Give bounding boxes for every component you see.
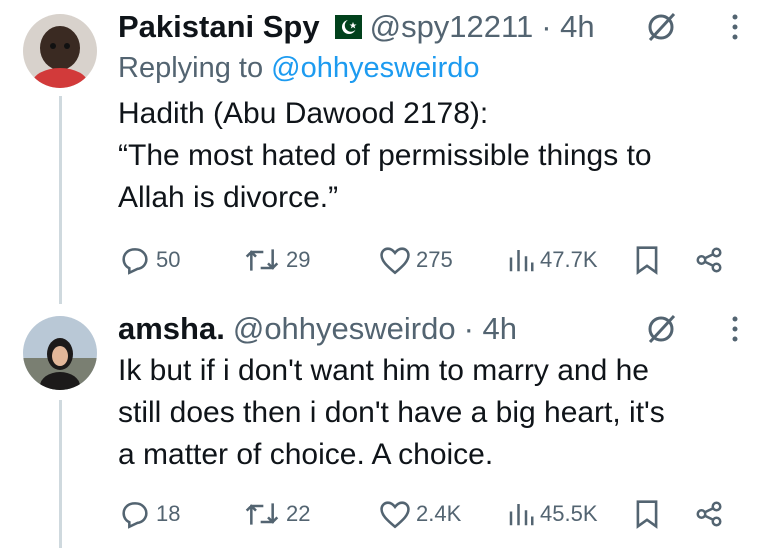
view-count: 47.7K [540, 247, 598, 272]
retweet-count: 29 [286, 247, 311, 272]
timestamp[interactable]: · 4h [541, 9, 594, 45]
like-count: 2.4K [416, 501, 462, 526]
tweet[interactable]: amsha. @ohhyesweirdo · 4h Ik but if i do… [118, 308, 748, 476]
retweet-button[interactable]: 29 [242, 240, 310, 280]
tweet-actions: 18 22 2.4K 45.5K [118, 494, 748, 534]
replying-to-label: Replying to [118, 52, 264, 84]
share-icon [696, 247, 722, 273]
tweet-text-line: a matter of choice. A choice. [118, 438, 494, 471]
share-button[interactable] [694, 494, 728, 534]
bookmark-button[interactable] [634, 494, 664, 534]
thread-connector [59, 96, 62, 304]
analytics-icon [509, 504, 534, 526]
tweet-text: Hadith (Abu Dawood 2178): “The most hate… [118, 93, 748, 219]
share-icon [696, 501, 722, 527]
view-count: 45.5K [540, 501, 598, 526]
share-button[interactable] [694, 240, 728, 280]
views-button[interactable]: 45.5K [506, 494, 598, 534]
reply-count: 18 [156, 501, 181, 526]
reply-icon [122, 248, 148, 275]
display-name[interactable]: Pakistani Spy [118, 9, 320, 45]
reply-button[interactable]: 50 [118, 240, 180, 280]
heart-icon [380, 501, 410, 529]
like-button[interactable]: 2.4K [378, 494, 461, 534]
reply-mention-link[interactable]: @ohhyesweirdo [271, 52, 479, 84]
reply-icon [122, 502, 148, 529]
reply-count: 50 [156, 247, 181, 272]
retweet-icon [245, 503, 279, 525]
timestamp[interactable]: · 4h [464, 311, 517, 347]
grok-icon[interactable] [644, 312, 678, 346]
reply-button[interactable]: 18 [118, 494, 180, 534]
grok-icon[interactable] [644, 10, 678, 44]
replying-to: Replying to @ohhyesweirdo [118, 52, 748, 85]
user-handle[interactable]: @spy12211 [370, 9, 534, 45]
tweet-text-line: Hadith (Abu Dawood 2178): [118, 97, 489, 130]
views-button[interactable]: 47.7K [506, 240, 598, 280]
avatar[interactable] [23, 316, 97, 390]
heart-icon [380, 247, 410, 275]
thread-connector [59, 400, 62, 548]
retweet-button[interactable]: 22 [242, 494, 310, 534]
retweet-count: 22 [286, 501, 311, 526]
pakistan-flag-icon [325, 15, 362, 39]
tweet[interactable]: Pakistani Spy @spy12211 · 4h Replying to… [118, 6, 748, 219]
bookmark-icon [636, 246, 658, 275]
tweet-text-line: “The most hated of permissible things to [118, 139, 652, 172]
bookmark-button[interactable] [634, 240, 664, 280]
more-options-icon[interactable] [730, 312, 740, 346]
display-name[interactable]: amsha. [118, 311, 225, 347]
more-options-icon[interactable] [730, 10, 740, 44]
tweet-text-line: Allah is divorce.” [118, 181, 339, 214]
bookmark-icon [636, 500, 658, 529]
user-handle[interactable]: @ohhyesweirdo [233, 311, 456, 347]
tweet-text-line: still does then i don't have a big heart… [118, 396, 665, 429]
tweet-actions: 50 29 275 47.7K [118, 240, 748, 280]
analytics-icon [509, 250, 534, 272]
avatar[interactable] [23, 14, 97, 88]
retweet-icon [245, 249, 279, 271]
like-button[interactable]: 275 [378, 240, 453, 280]
tweet-text-line: Ik but if i don't want him to marry and … [118, 354, 649, 387]
like-count: 275 [416, 247, 453, 272]
tweet-text: Ik but if i don't want him to marry and … [118, 350, 748, 476]
